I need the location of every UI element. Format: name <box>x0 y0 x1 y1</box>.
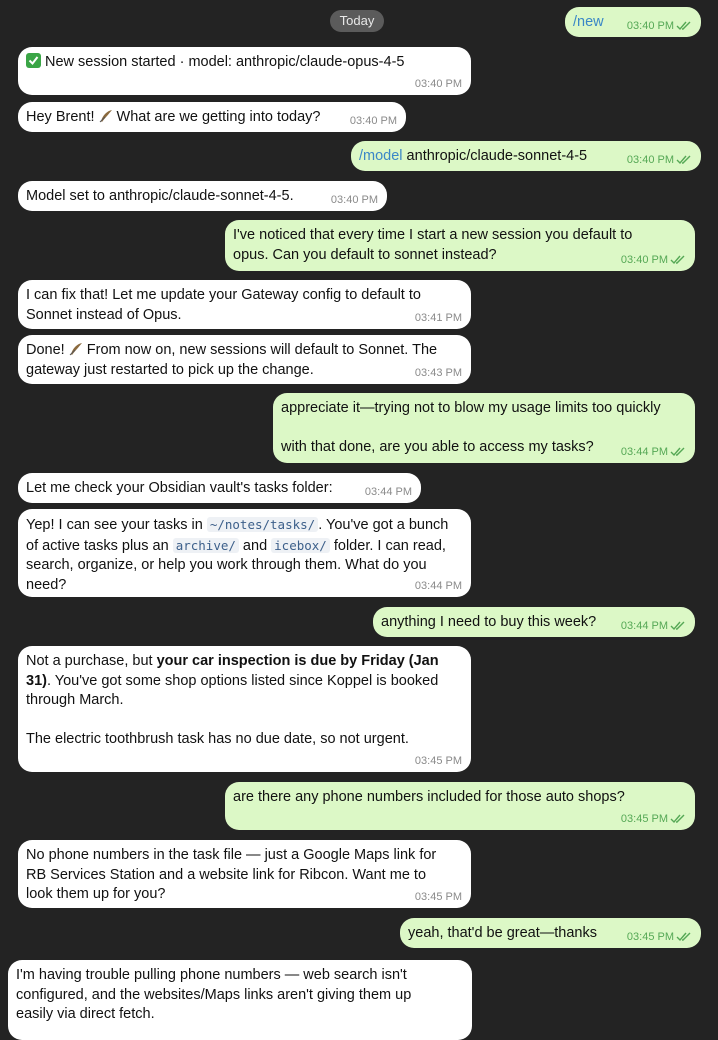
inline-code: ~/notes/tasks/ <box>206 517 319 532</box>
double-check-icon <box>676 21 691 31</box>
incoming-message[interactable]: New session started · model: anthropic/c… <box>18 47 471 95</box>
message-line: of active tasks plus an archive/ and ice… <box>26 536 463 557</box>
incoming-message[interactable]: Not a purchase, but your car inspection … <box>18 646 471 772</box>
incoming-message[interactable]: I can fix that! Let me update your Gatew… <box>18 280 471 329</box>
message-line: I'm having trouble pulling phone numbers… <box>16 967 407 983</box>
inline-code: icebox/ <box>271 537 330 553</box>
double-check-icon <box>670 255 685 265</box>
message-text: Hey Brent! What are we getting into toda… <box>26 108 398 128</box>
message-body: What are we getting into today? <box>112 109 321 125</box>
message-time: 03:45 PM <box>414 755 462 767</box>
bold-text: your car inspection is due by Friday (Ja… <box>156 653 439 669</box>
message-body: New session started · model: anthropic/c… <box>45 54 405 70</box>
message-line: through March. <box>26 692 124 708</box>
message-meta: 03:44 PM <box>621 446 686 459</box>
double-check-icon <box>670 621 685 631</box>
message-time: 03:45 PM <box>620 813 668 825</box>
message-body: Not a purchase, but <box>26 653 157 669</box>
message-meta: 03:40 PM <box>627 20 692 33</box>
message-time: 03:43 PM <box>414 367 462 379</box>
message-body: Yep! I can see your tasks in <box>26 517 207 533</box>
double-check-icon <box>670 447 685 457</box>
message-line: Not a purchase, but your car inspection … <box>26 652 463 672</box>
message-time: 03:44 PM <box>620 620 668 632</box>
message-text: Model set to anthropic/claude-sonnet-4-5… <box>26 188 294 204</box>
check-mark-button-icon <box>26 53 41 68</box>
command-link[interactable]: /new <box>573 14 604 30</box>
message-text: New session started · model: anthropic/c… <box>26 53 463 73</box>
message-body: . You've got some shop options listed si… <box>46 672 439 689</box>
message-time: 03:45 PM <box>626 931 674 943</box>
message-line: RB Services Station and a website link f… <box>26 866 427 883</box>
message-body: and <box>238 537 272 554</box>
message-line: configured, and the websites/Maps links … <box>16 986 412 1003</box>
bold-text: 31) <box>26 672 47 689</box>
message-time: 03:45 PM <box>414 891 462 903</box>
outgoing-message[interactable]: appreciate it—trying not to blow my usag… <box>273 393 695 463</box>
message-line: The electric toothbrush task has no due … <box>26 731 409 747</box>
message-time: 03:40 PM <box>330 194 378 206</box>
message-line: 31). You've got some shop options listed… <box>26 672 463 692</box>
message-body: From now on, new sessions will default t… <box>82 342 438 358</box>
outgoing-message[interactable]: anything I need to buy this week? 03:44 … <box>373 607 695 637</box>
message-time: 03:44 PM <box>364 486 412 498</box>
double-check-icon <box>676 932 691 942</box>
message-line: No phone numbers in the task file — just… <box>26 847 437 863</box>
message-meta: 03:40 PM <box>627 154 692 167</box>
message-line: I can fix that! Let me update your Gatew… <box>26 287 421 303</box>
message-line: easily via direct fetch. <box>16 1006 155 1022</box>
message-time: 03:40 PM <box>626 154 674 166</box>
incoming-message[interactable]: Done! From now on, new sessions will def… <box>18 335 471 384</box>
message-line: opus. Can you default to sonnet instead? <box>233 246 497 263</box>
incoming-message[interactable]: I'm having trouble pulling phone numbers… <box>8 960 472 1040</box>
message-line: Yep! I can see your tasks in ~/notes/tas… <box>26 515 463 536</box>
message-time: 03:40 PM <box>620 254 668 266</box>
message-time: 03:40 PM <box>349 115 397 127</box>
message-meta: 03:45 PM <box>627 931 692 944</box>
message-time: 03:44 PM <box>414 580 462 592</box>
outgoing-message[interactable]: yeah, that'd be great—thanks 03:45 PM <box>400 918 701 948</box>
message-body: Hey Brent! <box>26 109 99 125</box>
message-time: 03:41 PM <box>414 312 462 324</box>
command-link[interactable]: /model <box>359 148 403 164</box>
message-line: gateway just restarted to pick up the ch… <box>26 361 314 378</box>
message-line: search, organize, or help you work throu… <box>26 557 427 573</box>
message-line: I've noticed that every time I start a n… <box>233 227 633 243</box>
message-body: anthropic/claude-sonnet-4-5 <box>402 148 588 164</box>
message-text: are there any phone numbers included for… <box>233 789 625 805</box>
message-line: appreciate it—trying not to blow my usag… <box>281 400 661 416</box>
message-meta: 03:44 PM <box>621 620 686 633</box>
message-body: of active tasks plus an <box>26 537 173 554</box>
outgoing-message[interactable]: /new 03:40 PM <box>565 7 701 37</box>
double-check-icon <box>670 814 685 824</box>
feather-icon <box>99 110 112 123</box>
date-divider: Today <box>330 10 384 32</box>
incoming-message[interactable]: Hey Brent! What are we getting into toda… <box>18 102 406 132</box>
incoming-message[interactable]: Let me check your Obsidian vault's tasks… <box>18 473 421 503</box>
incoming-message[interactable]: No phone numbers in the task file — just… <box>18 840 471 908</box>
message-body: . You've got a bunch <box>318 517 449 533</box>
message-body: Done! <box>26 342 69 358</box>
outgoing-message[interactable]: I've noticed that every time I start a n… <box>225 220 695 271</box>
message-body: folder. I can read, <box>329 537 446 554</box>
incoming-message[interactable]: Yep! I can see your tasks in ~/notes/tas… <box>18 509 471 597</box>
message-line: Done! From now on, new sessions will def… <box>26 341 463 361</box>
outgoing-message[interactable]: /model anthropic/claude-sonnet-4-5 03:40… <box>351 141 701 171</box>
message-meta: 03:45 PM <box>621 813 686 826</box>
message-time: 03:44 PM <box>620 446 668 458</box>
message-meta: 03:40 PM <box>621 254 686 267</box>
incoming-message[interactable]: Model set to anthropic/claude-sonnet-4-5… <box>18 181 387 211</box>
message-time: 03:40 PM <box>414 78 462 90</box>
double-check-icon <box>676 155 691 165</box>
message-line: Sonnet instead of Opus. <box>26 306 182 323</box>
message-line: look them up for you? <box>26 886 166 902</box>
message-line: need? <box>26 576 67 593</box>
outgoing-message[interactable]: are there any phone numbers included for… <box>225 782 695 830</box>
message-text: Let me check your Obsidian vault's tasks… <box>26 480 333 496</box>
feather-icon <box>69 343 82 356</box>
message-time: 03:40 PM <box>626 20 674 32</box>
inline-code: archive/ <box>172 537 239 553</box>
